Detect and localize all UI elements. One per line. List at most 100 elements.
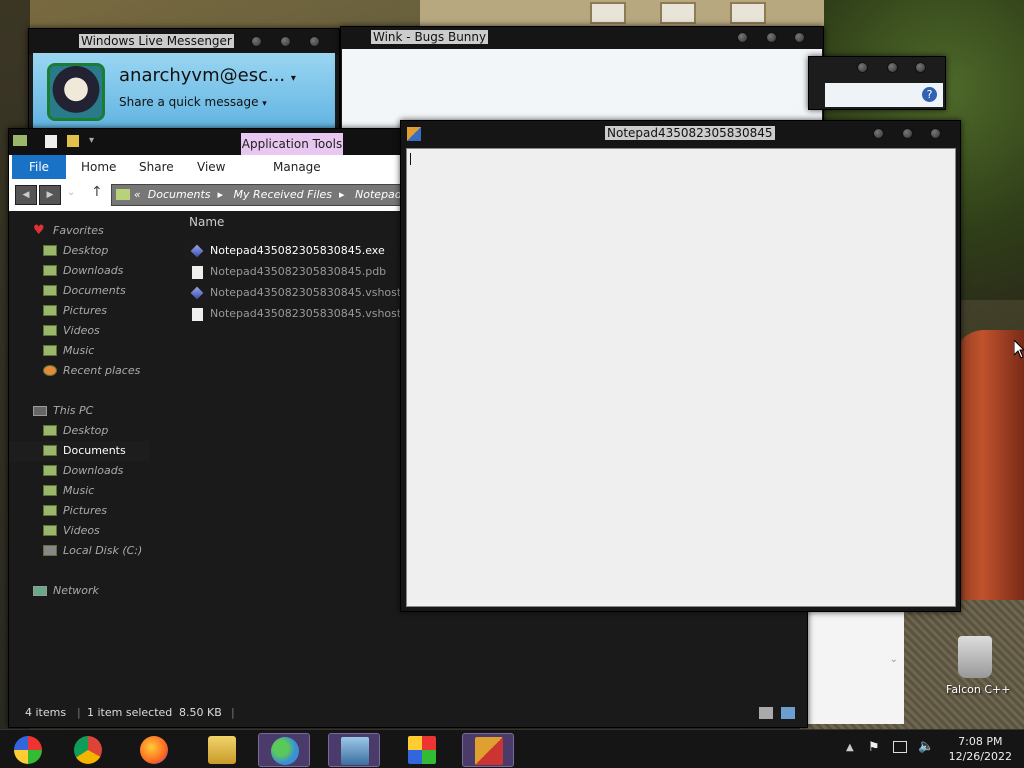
nav-fav-recent-places[interactable]: Recent places bbox=[9, 361, 169, 381]
nav-pc-videos[interactable]: Videos bbox=[9, 521, 169, 541]
minimize-icon[interactable] bbox=[857, 62, 868, 73]
app-icon bbox=[407, 127, 421, 141]
status-size: 8.50 KB bbox=[179, 706, 222, 719]
nav-favorites[interactable]: ♥ Favorites bbox=[9, 221, 169, 241]
large-icons-view-icon[interactable] bbox=[781, 707, 795, 719]
taskbar-messenger[interactable] bbox=[258, 733, 310, 767]
back-icon[interactable]: ◀ bbox=[15, 185, 37, 205]
nav-network[interactable]: Network bbox=[9, 581, 169, 601]
wallpaper-window bbox=[590, 2, 626, 24]
forward-icon[interactable]: ▶ bbox=[39, 185, 61, 205]
clock[interactable]: 7:08 PM 12/26/2022 bbox=[949, 734, 1012, 764]
minimize-icon[interactable] bbox=[251, 36, 262, 47]
file-row[interactable]: Notepad435082305830845.vshost.ex bbox=[184, 283, 418, 303]
recycle-bin-icon[interactable] bbox=[958, 636, 992, 678]
minimize-icon[interactable] bbox=[737, 32, 748, 43]
chevron-down-icon[interactable]: ⌄ bbox=[890, 654, 898, 665]
nav-label: Documents bbox=[63, 444, 126, 457]
nav-pc-pictures[interactable]: Pictures bbox=[9, 501, 169, 521]
background-window[interactable]: ? bbox=[808, 56, 946, 110]
taskbar-wink[interactable] bbox=[328, 733, 380, 767]
nav-pc-documents[interactable]: Documents bbox=[9, 441, 149, 461]
start-button[interactable] bbox=[2, 733, 54, 767]
exe-icon bbox=[190, 244, 204, 258]
taskbar-notepad[interactable] bbox=[462, 733, 514, 767]
nav-fav-documents[interactable]: Documents bbox=[9, 281, 169, 301]
volume-icon[interactable]: 🔈 bbox=[918, 739, 934, 754]
tab-file[interactable]: File bbox=[12, 155, 66, 179]
network-icon[interactable] bbox=[893, 741, 907, 753]
application-tools-tab[interactable]: Application Tools bbox=[241, 133, 343, 155]
close-icon[interactable] bbox=[930, 128, 941, 139]
nav-fav-desktop[interactable]: Desktop bbox=[9, 241, 169, 261]
recent-locations-icon[interactable]: ⌄ bbox=[67, 187, 75, 198]
nav-label: Videos bbox=[63, 324, 100, 337]
notepad-title: Notepad435082305830845 bbox=[605, 126, 775, 140]
properties-icon[interactable] bbox=[45, 135, 57, 148]
status-selected: 1 item selected bbox=[87, 706, 173, 719]
column-header-name[interactable]: Name bbox=[189, 215, 224, 229]
tab-view[interactable]: View bbox=[191, 155, 231, 179]
folder-icon[interactable] bbox=[13, 135, 27, 146]
file-row[interactable]: Notepad435082305830845.pdb bbox=[184, 262, 414, 282]
up-arrow-icon[interactable]: ↑ bbox=[91, 184, 103, 200]
maximize-icon[interactable] bbox=[766, 32, 777, 43]
breadcrumb-overflow[interactable]: « bbox=[134, 188, 141, 201]
pictures-icon bbox=[43, 305, 57, 316]
videos-icon bbox=[43, 325, 57, 336]
nav-pc-downloads[interactable]: Downloads bbox=[9, 461, 169, 481]
show-hidden-icons[interactable]: ▲ bbox=[846, 742, 854, 753]
maximize-icon[interactable] bbox=[902, 128, 913, 139]
taskbar-chrome[interactable] bbox=[62, 733, 114, 767]
help-icon[interactable]: ? bbox=[922, 87, 937, 102]
close-icon[interactable] bbox=[794, 32, 805, 43]
maximize-icon[interactable] bbox=[280, 36, 291, 47]
desktop-icon-label[interactable]: Falcon C++ bbox=[946, 683, 1010, 696]
nav-fav-videos[interactable]: Videos bbox=[9, 321, 169, 341]
minimize-icon[interactable] bbox=[873, 128, 884, 139]
taskbar-app[interactable] bbox=[396, 733, 448, 767]
chevron-down-icon[interactable]: ▾ bbox=[262, 99, 267, 109]
breadcrumb-documents[interactable]: Documents bbox=[148, 188, 211, 201]
close-icon[interactable] bbox=[309, 36, 320, 47]
notepad-window[interactable]: Notepad435082305830845 bbox=[400, 120, 961, 612]
share-message-field[interactable]: Share a quick message ▾ bbox=[119, 95, 267, 109]
messenger-titlebar[interactable]: Windows Live Messenger bbox=[29, 29, 339, 55]
nav-this-pc[interactable]: This PC bbox=[9, 401, 169, 421]
file-row[interactable]: Notepad435082305830845.vshost.ex bbox=[184, 304, 418, 324]
tab-share[interactable]: Share bbox=[133, 155, 180, 179]
flag-icon[interactable]: ⚑ bbox=[868, 740, 880, 755]
breadcrumb-received-files[interactable]: My Received Files bbox=[234, 188, 332, 201]
nav-pc-music[interactable]: Music bbox=[9, 481, 169, 501]
chevron-down-icon[interactable]: ▾ bbox=[291, 73, 296, 84]
nav-pc-desktop[interactable]: Desktop bbox=[9, 421, 169, 441]
status-item-count: 4 items bbox=[25, 706, 67, 719]
wink-body bbox=[342, 49, 822, 131]
nav-label: Favorites bbox=[53, 224, 104, 237]
nav-fav-pictures[interactable]: Pictures bbox=[9, 301, 169, 321]
maximize-icon[interactable] bbox=[887, 62, 898, 73]
tab-manage[interactable]: Manage bbox=[267, 155, 327, 179]
tab-home[interactable]: Home bbox=[75, 155, 122, 179]
messenger-window[interactable]: Windows Live Messenger anarchyvm@esc... … bbox=[28, 28, 340, 138]
file-row[interactable]: Notepad435082305830845.exe bbox=[184, 241, 414, 261]
file-name: Notepad435082305830845.vshost.ex bbox=[210, 307, 418, 320]
notepad-text-area[interactable] bbox=[406, 148, 956, 607]
new-folder-icon[interactable] bbox=[67, 135, 79, 147]
nav-fav-music[interactable]: Music bbox=[9, 341, 169, 361]
taskbar-firefox[interactable] bbox=[128, 733, 180, 767]
avatar[interactable] bbox=[47, 63, 105, 121]
notepad-titlebar[interactable]: Notepad435082305830845 bbox=[401, 121, 960, 147]
close-icon[interactable] bbox=[915, 62, 926, 73]
status-divider: | bbox=[231, 706, 235, 719]
downloads-icon bbox=[43, 465, 57, 476]
details-view-icon[interactable] bbox=[759, 707, 773, 719]
desktop-icon bbox=[43, 425, 57, 436]
messenger-username[interactable]: anarchyvm@esc... ▾ bbox=[119, 65, 296, 86]
wink-window[interactable]: Wink - Bugs Bunny bbox=[340, 26, 824, 132]
chevron-down-icon[interactable]: ▾ bbox=[89, 135, 94, 146]
taskbar-file-explorer[interactable] bbox=[196, 733, 248, 767]
wink-titlebar[interactable]: Wink - Bugs Bunny bbox=[341, 27, 823, 49]
nav-fav-downloads[interactable]: Downloads bbox=[9, 261, 169, 281]
nav-pc-local-disk[interactable]: Local Disk (C:) bbox=[9, 541, 169, 561]
